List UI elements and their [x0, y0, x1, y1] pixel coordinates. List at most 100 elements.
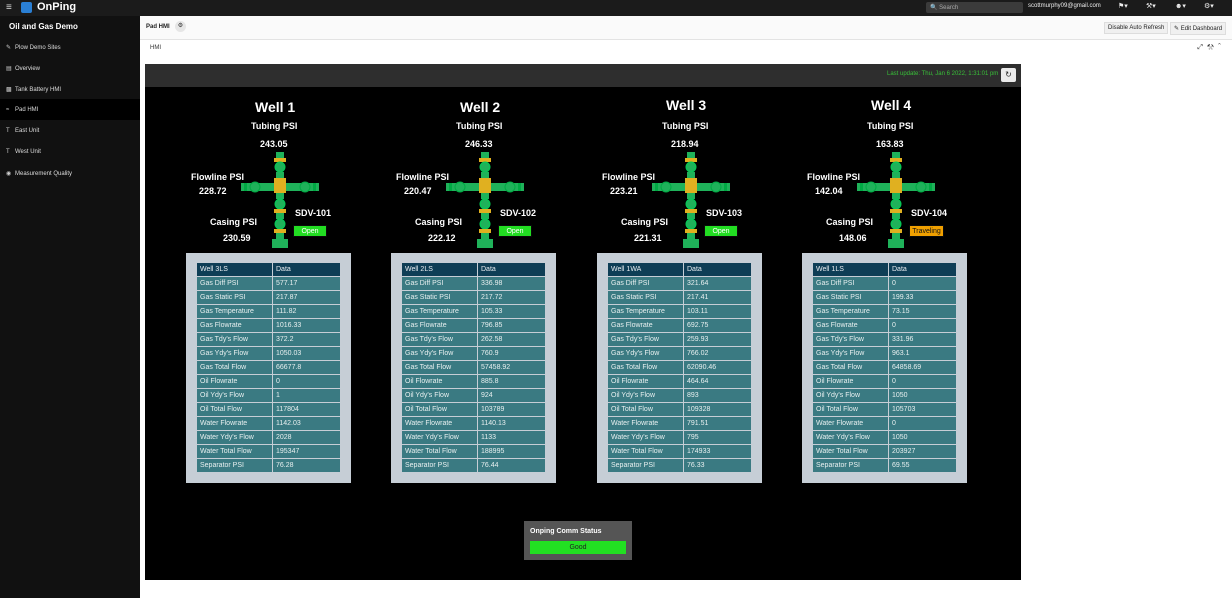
- well-data-table: Well 1WA Data Gas Diff PSI 321.64 Gas St…: [597, 253, 762, 483]
- widget-title: HMI: [150, 45, 161, 51]
- row-value: 76.28: [272, 458, 341, 473]
- collapse-icon[interactable]: ⌃: [1218, 44, 1222, 51]
- row-label: Water Total Flow: [607, 444, 684, 459]
- sdv-label: SDV-101: [295, 208, 332, 218]
- table-row: Water Flowrate 0: [812, 416, 957, 431]
- tubing-psi-value: 243.05: [260, 139, 288, 149]
- refresh-button[interactable]: ↻: [1001, 68, 1016, 82]
- row-label: Oil Total Flow: [607, 402, 684, 417]
- tank-icon: ▩: [6, 87, 12, 93]
- row-value: 117804: [272, 402, 341, 417]
- row-value: 963.1: [888, 346, 957, 361]
- sidebar-item-plow-demo-sites[interactable]: ✎ Plow Demo Sites: [0, 36, 140, 57]
- row-label: Gas Tdy's Flow: [401, 332, 478, 347]
- row-value: 76.44: [477, 458, 546, 473]
- table-row: Separator PSI 69.55: [812, 458, 957, 473]
- expand-icon[interactable]: ⤢: [1197, 44, 1204, 51]
- casing-psi-value: 221.31: [634, 233, 662, 243]
- last-update-text: Last update: Thu, Jan 6 2022, 1:31:01 pm: [887, 71, 999, 77]
- row-label: Gas Diff PSI: [401, 276, 478, 291]
- row-value: 2028: [272, 430, 341, 445]
- table-row: Gas Temperature 105.33: [401, 304, 546, 319]
- hamburger-menu-icon[interactable]: ≡: [6, 2, 12, 13]
- row-label: Oil Flowrate: [812, 374, 889, 389]
- sidebar-item-overview[interactable]: ▤ Overview: [0, 57, 140, 78]
- row-value: 105.33: [477, 304, 546, 319]
- sidebar-title: Oil and Gas Demo: [9, 22, 78, 31]
- row-value: 336.98: [477, 276, 546, 291]
- pad-icon: ≈: [6, 107, 10, 113]
- row-value: 174933: [683, 444, 752, 459]
- sidebar-item-east-unit[interactable]: T East Unit: [0, 120, 140, 141]
- table-row: Gas Diff PSI 577.17: [196, 276, 341, 291]
- app-brand[interactable]: OnPing: [37, 1, 76, 13]
- sidebar-item-tank-battery-hmi[interactable]: ▩ Tank Battery HMI: [0, 78, 140, 99]
- user-icon[interactable]: ☻▾: [1175, 2, 1186, 10]
- table-row: Gas Static PSI 199.33: [812, 290, 957, 305]
- table-row: Gas Flowrate 796.85: [401, 318, 546, 333]
- sidebar-item-label: West Unit: [15, 149, 41, 155]
- bookmark-icon[interactable]: ⚑▾: [1118, 2, 1128, 10]
- row-label: Oil Total Flow: [196, 402, 273, 417]
- onping-logo-icon[interactable]: [21, 2, 32, 13]
- row-label: Gas Ydy's Flow: [607, 346, 684, 361]
- table-row: Gas Tdy's Flow 372.2: [196, 332, 341, 347]
- hmi-header: Last update: Thu, Jan 6 2022, 1:31:01 pm…: [145, 64, 1021, 87]
- row-value: 109328: [683, 402, 752, 417]
- edit-dashboard-button[interactable]: ✎ Edit Dashboard: [1170, 22, 1227, 35]
- monitor-icon: ▤: [6, 66, 12, 72]
- row-value: 1050: [888, 388, 957, 403]
- sidebar-item-measurement-quality[interactable]: ◉ Measurement Quality: [0, 162, 140, 183]
- row-value: 69.55: [888, 458, 957, 473]
- wrench-icon[interactable]: ⚒▾: [1146, 2, 1156, 10]
- row-value: 0: [888, 416, 957, 431]
- row-label: Oil Ydy's Flow: [401, 388, 478, 403]
- table-row: Water Total Flow 174933: [607, 444, 752, 459]
- disable-auto-refresh-button[interactable]: Disable Auto Refresh: [1104, 22, 1169, 34]
- flowline-psi-label: Flowline PSI: [602, 172, 656, 182]
- search-input[interactable]: 🔍 Search: [926, 2, 1023, 13]
- sdv-status-badge[interactable]: Open: [704, 225, 738, 237]
- table-row: Gas Ydy's Flow 1050.03: [196, 346, 341, 361]
- comm-status-title: Onping Comm Status: [530, 528, 602, 535]
- row-value: 103789: [477, 402, 546, 417]
- comm-status-badge: Good: [530, 541, 626, 554]
- table-row: Gas Diff PSI 321.64: [607, 276, 752, 291]
- casing-psi-value: 148.06: [839, 233, 867, 243]
- well-data-table: Well 2LS Data Gas Diff PSI 336.98 Gas St…: [391, 253, 556, 483]
- wrench-icon[interactable]: ⚒: [1207, 44, 1215, 51]
- row-label: Gas Diff PSI: [196, 276, 273, 291]
- sdv-label: SDV-104: [911, 208, 948, 218]
- user-email[interactable]: scottmurphy09@gmail.com: [1028, 3, 1101, 9]
- table-row: Oil Total Flow 103789: [401, 402, 546, 417]
- row-label: Gas Flowrate: [812, 318, 889, 333]
- tab-settings-icon[interactable]: ⚙: [175, 21, 186, 32]
- table-row: Oil Total Flow 109328: [607, 402, 752, 417]
- tab-pad-hmi[interactable]: Pad HMI: [146, 24, 170, 30]
- settings-icon[interactable]: ⚙▾: [1204, 2, 1214, 10]
- row-label: Gas Temperature: [812, 304, 889, 319]
- table-row: Gas Flowrate 0: [812, 318, 957, 333]
- sidebar-item-pad-hmi[interactable]: ≈ Pad HMI: [0, 99, 140, 120]
- table-header-row: Well 2LS Data: [401, 262, 546, 277]
- sdv-status-badge[interactable]: Open: [293, 225, 327, 237]
- link-icon: ✎: [6, 45, 12, 51]
- gauge-icon: ◉: [6, 171, 12, 177]
- row-value: 259.93: [683, 332, 752, 347]
- row-label: Oil Total Flow: [401, 402, 478, 417]
- flowline-psi-value: 220.47: [404, 186, 432, 196]
- row-label: Gas Temperature: [607, 304, 684, 319]
- row-label: Water Flowrate: [607, 416, 684, 431]
- row-label: Oil Ydy's Flow: [812, 388, 889, 403]
- table-row: Gas Tdy's Flow 262.58: [401, 332, 546, 347]
- sdv-status-badge[interactable]: Open: [498, 225, 532, 237]
- sidebar-item-west-unit[interactable]: T West Unit: [0, 141, 140, 162]
- table-row: Separator PSI 76.28: [196, 458, 341, 473]
- table-header-name: Well 3LS: [196, 262, 273, 277]
- sidebar-item-label: East Unit: [15, 128, 40, 134]
- well-data-table: Well 1LS Data Gas Diff PSI 0 Gas Static …: [802, 253, 967, 483]
- sdv-status-badge[interactable]: Traveling: [909, 225, 944, 237]
- flowline-psi-value: 142.04: [815, 186, 843, 196]
- table-row: Oil Flowrate 885.8: [401, 374, 546, 389]
- row-value: 0: [888, 276, 957, 291]
